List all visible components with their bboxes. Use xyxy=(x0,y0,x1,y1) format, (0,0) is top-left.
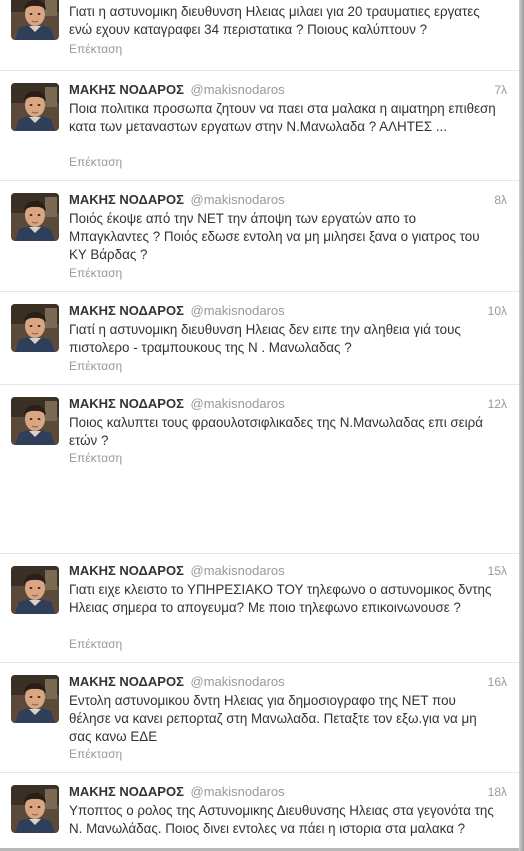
author-name[interactable]: ΜΑΚΗΣ ΝΟΔΑΡΟΣ xyxy=(69,563,184,578)
profile-photo xyxy=(11,785,59,833)
tweet-text: Γιατι ειχε κλειστο το ΥΠΗΡΕΣΙΑΚΟ ΤΟΥ τηλ… xyxy=(69,582,492,615)
profile-photo xyxy=(11,0,59,40)
author-handle[interactable]: @makisnodaros xyxy=(191,674,285,689)
profile-photo xyxy=(11,83,59,131)
author-name[interactable]: ΜΑΚΗΣ ΝΟΔΑΡΟΣ xyxy=(69,303,184,318)
tweet-timestamp[interactable]: 12λ xyxy=(488,396,507,412)
profile-photo xyxy=(11,304,59,352)
tweet-item[interactable]: ΜΑΚΗΣ ΝΟΔΑΡΟΣ @makisnodaros 10λ Γιατί η … xyxy=(0,292,519,385)
expand-link[interactable]: Επέκταση xyxy=(69,747,122,762)
author-name[interactable]: ΜΑΚΗΣ ΝΟΔΑΡΟΣ xyxy=(69,396,184,411)
tweet-item[interactable]: ΜΑΚΗΣ ΝΟΔΑΡΟΣ @makisnodaros 12λ Ποιος κα… xyxy=(0,385,519,554)
tweet-item[interactable]: ΜΑΚΗΣ ΝΟΔΑΡΟΣ @makisnodaros 16λ Εντολη α… xyxy=(0,663,519,773)
tweet-timestamp[interactable]: 8λ xyxy=(494,192,507,208)
author-handle[interactable]: @makisnodaros xyxy=(191,192,285,207)
tweet-timestamp[interactable]: 15λ xyxy=(488,563,507,579)
expand-link[interactable]: Επέκταση xyxy=(69,637,122,652)
profile-photo xyxy=(11,675,59,723)
tweet-item[interactable]: Γιατι η αστυνομικη διευθυνση Ηλειας μιλα… xyxy=(0,0,519,71)
tweet-item[interactable]: ΜΑΚΗΣ ΝΟΔΑΡΟΣ @makisnodaros 7λ Ποια πολι… xyxy=(0,71,519,181)
expand-link[interactable]: Επέκταση xyxy=(69,155,122,170)
avatar[interactable] xyxy=(11,785,59,833)
scrollbar[interactable] xyxy=(519,0,524,851)
author-handle[interactable]: @makisnodaros xyxy=(191,563,285,578)
profile-photo xyxy=(11,397,59,445)
tweet-text: Γιατί η αστυνομικη διευθυνση Ηλειας δεν … xyxy=(69,322,461,355)
profile-photo xyxy=(11,193,59,241)
avatar[interactable] xyxy=(11,566,59,614)
tweet-timestamp[interactable]: 7λ xyxy=(494,82,507,98)
tweet-text: Υποπτος ο ρολος της Αστυνομικης Διευθυνσ… xyxy=(69,803,494,836)
avatar[interactable] xyxy=(11,193,59,241)
avatar[interactable] xyxy=(11,397,59,445)
avatar[interactable] xyxy=(11,0,59,40)
tweet-item[interactable]: ΜΑΚΗΣ ΝΟΔΑΡΟΣ @makisnodaros 18λ Υποπτος … xyxy=(0,773,519,851)
tweet-text: Ποιός έκοψε από την ΝΕΤ την άποψη των ερ… xyxy=(69,211,480,262)
author-handle[interactable]: @makisnodaros xyxy=(191,82,285,97)
profile-photo xyxy=(11,566,59,614)
tweet-item[interactable]: ΜΑΚΗΣ ΝΟΔΑΡΟΣ @makisnodaros 15λ Γιατι ει… xyxy=(0,554,519,663)
author-handle[interactable]: @makisnodaros xyxy=(191,784,285,799)
tweet-timestamp[interactable]: 10λ xyxy=(488,303,507,319)
expand-link[interactable]: Επέκταση xyxy=(69,359,122,374)
avatar[interactable] xyxy=(11,304,59,352)
author-handle[interactable]: @makisnodaros xyxy=(191,303,285,318)
avatar[interactable] xyxy=(11,675,59,723)
tweet-text: Ποιος καλυπτει τους φραουλοτσιφλικαδες τ… xyxy=(69,415,483,448)
tweet-timestamp[interactable]: 18λ xyxy=(488,784,507,800)
tweet-timeline: Γιατι η αστυνομικη διευθυνση Ηλειας μιλα… xyxy=(0,0,519,851)
author-name[interactable]: ΜΑΚΗΣ ΝΟΔΑΡΟΣ xyxy=(69,674,184,689)
tweet-text: Ποια πολιτικα προσωπα ζητουν να παει στα… xyxy=(69,101,496,134)
author-name[interactable]: ΜΑΚΗΣ ΝΟΔΑΡΟΣ xyxy=(69,82,184,97)
expand-link[interactable]: Επέκταση xyxy=(69,42,122,57)
author-handle[interactable]: @makisnodaros xyxy=(191,396,285,411)
expand-link[interactable]: Επέκταση xyxy=(69,451,122,466)
tweet-item[interactable]: ΜΑΚΗΣ ΝΟΔΑΡΟΣ @makisnodaros 8λ Ποιός έκο… xyxy=(0,181,519,292)
tweet-text: Γιατι η αστυνομικη διευθυνση Ηλειας μιλα… xyxy=(69,4,480,37)
tweet-text: Εντολη αστυνομικου δντη Ηλειας για δημοσ… xyxy=(69,693,477,744)
author-name[interactable]: ΜΑΚΗΣ ΝΟΔΑΡΟΣ xyxy=(69,192,184,207)
avatar[interactable] xyxy=(11,83,59,131)
tweet-timestamp[interactable]: 16λ xyxy=(488,674,507,690)
author-name[interactable]: ΜΑΚΗΣ ΝΟΔΑΡΟΣ xyxy=(69,784,184,799)
expand-link[interactable]: Επέκταση xyxy=(69,266,122,281)
